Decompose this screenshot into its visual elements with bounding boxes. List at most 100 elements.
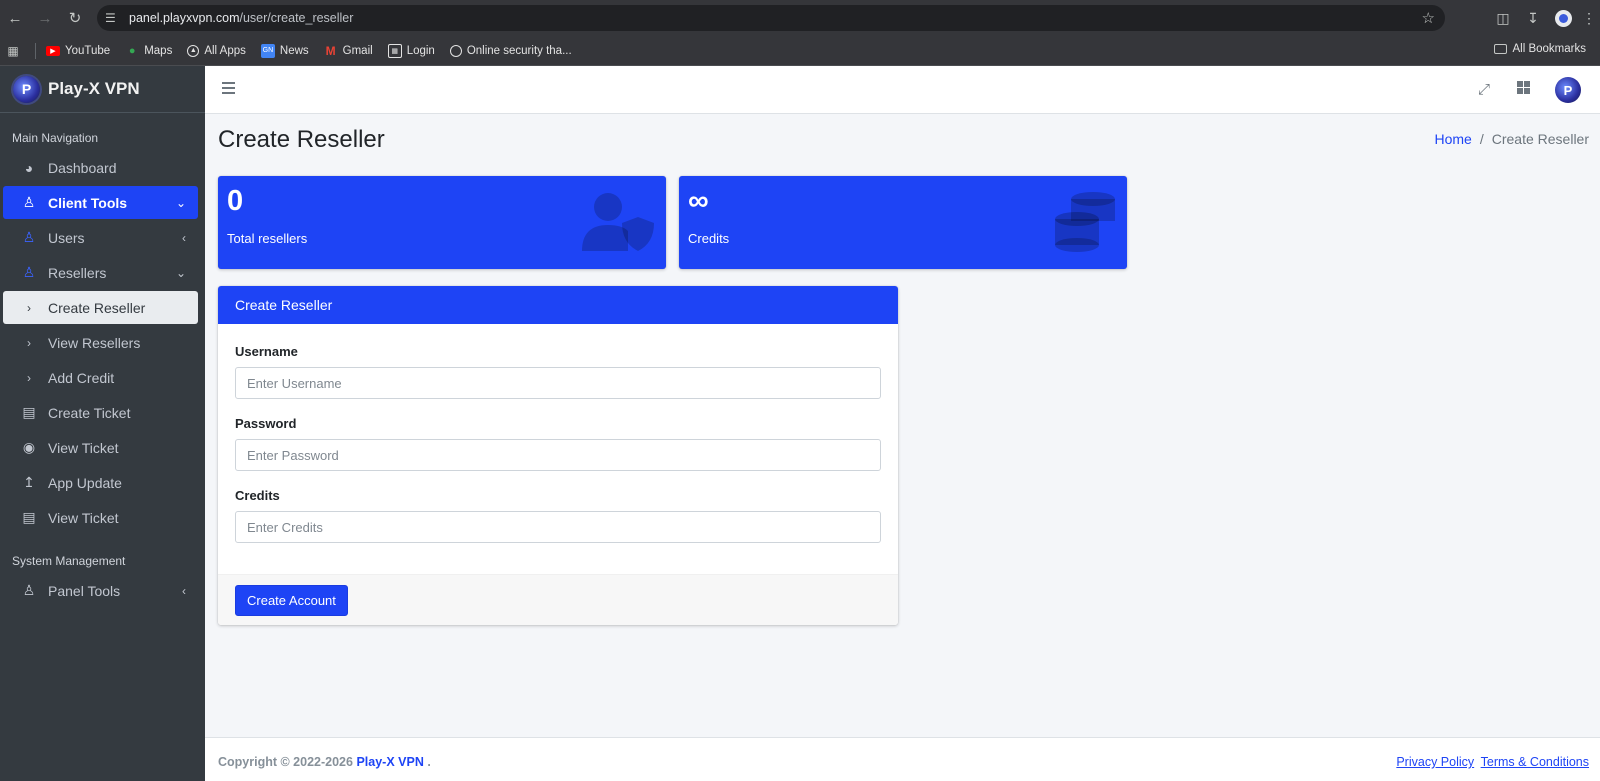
bookmark-star-icon[interactable]: ☆ bbox=[1422, 9, 1435, 27]
nav-header-system: System Management bbox=[12, 554, 126, 568]
pie-chart-icon: ◕ bbox=[24, 159, 34, 176]
card-title: Create Reseller bbox=[218, 286, 898, 324]
ticket-icon: ▤ bbox=[22, 509, 36, 525]
brand-link[interactable]: P Play-X VPN bbox=[0, 66, 205, 113]
chevron-right-icon: › bbox=[27, 335, 31, 350]
credits-input[interactable] bbox=[235, 511, 881, 543]
sidebar-item-label: Client Tools bbox=[48, 194, 128, 211]
google-news-icon: GN bbox=[260, 43, 275, 58]
copyright: Copyright © 2022-2026 Play-X VPN . bbox=[218, 755, 431, 769]
youtube-icon: ▶ bbox=[46, 45, 60, 56]
bookmark-all-apps[interactable]: ▲ All Apps bbox=[187, 44, 246, 57]
privacy-policy-link[interactable]: Privacy Policy bbox=[1396, 755, 1474, 769]
stat-label: Credits bbox=[688, 231, 730, 246]
stat-value: ∞ bbox=[688, 185, 709, 217]
menu-toggle-icon[interactable] bbox=[222, 82, 235, 94]
bookmark-online-security[interactable]: Online security tha... bbox=[449, 44, 572, 57]
sidebar-item-label: Dashboard bbox=[48, 159, 117, 176]
bookmark-login[interactable]: ▦ Login bbox=[387, 43, 435, 58]
browser-toolbar: ← → ↻ ☰ panel.playxvpn.com/user/create_r… bbox=[0, 0, 1600, 36]
user-avatar[interactable]: P bbox=[1555, 77, 1581, 103]
sidebar-item-create-ticket[interactable]: ▤ Create Ticket bbox=[3, 396, 198, 429]
create-account-button[interactable]: Create Account bbox=[235, 585, 348, 616]
chevron-down-icon: ⌄ bbox=[175, 265, 186, 280]
footer-links: Privacy Policy Terms & Conditions bbox=[1393, 755, 1589, 769]
sidebar-item-view-ticket-2[interactable]: ▤ View Ticket bbox=[3, 501, 198, 534]
upload-icon: ↥ bbox=[23, 474, 35, 490]
credits-label: Credits bbox=[235, 488, 280, 503]
reload-icon[interactable]: ↻ bbox=[60, 3, 90, 33]
username-input[interactable] bbox=[235, 367, 881, 399]
card-footer: Create Account bbox=[218, 574, 898, 625]
url-text: panel.playxvpn.com/user/create_reseller bbox=[129, 11, 354, 25]
user-icon: ♙ bbox=[22, 194, 36, 210]
extensions-icon[interactable]: ◫ bbox=[1488, 4, 1518, 32]
bookmark-maps[interactable]: ● Maps bbox=[125, 44, 172, 58]
brand-name: Play-X VPN bbox=[48, 79, 140, 98]
sidebar-item-label: Panel Tools bbox=[48, 582, 121, 599]
fullscreen-icon[interactable]: ⤢ bbox=[1478, 81, 1490, 98]
apps-icon: ▲ bbox=[187, 44, 200, 57]
chevron-left-icon: ‹ bbox=[182, 230, 186, 245]
breadcrumb-current: Create Reseller bbox=[1491, 131, 1589, 147]
sidebar-item-app-update[interactable]: ↥ App Update bbox=[3, 466, 198, 499]
user-icon: ♙ bbox=[22, 582, 36, 598]
sidebar-item-dashboard[interactable]: ◕ Dashboard bbox=[3, 151, 198, 184]
user-outline-icon: ♙ bbox=[22, 264, 36, 280]
site-settings-icon[interactable]: ☰ bbox=[105, 11, 123, 25]
sidebar-item-label: View Resellers bbox=[48, 334, 141, 351]
sidebar-item-label: Create Ticket bbox=[48, 404, 131, 421]
sidebar-item-add-credit[interactable]: › Add Credit bbox=[3, 361, 198, 394]
bookmark-gmail[interactable]: M Gmail bbox=[324, 44, 373, 58]
chevron-left-icon: ‹ bbox=[182, 583, 186, 598]
all-bookmarks[interactable]: All Bookmarks bbox=[1493, 43, 1586, 55]
sidebar-item-users[interactable]: ♙ Users ‹ bbox=[3, 221, 198, 254]
page-footer: Copyright © 2022-2026 Play-X VPN . Priva… bbox=[205, 737, 1600, 781]
back-icon[interactable]: ← bbox=[0, 3, 30, 33]
bookmark-youtube[interactable]: ▶ YouTube bbox=[46, 45, 110, 57]
download-icon[interactable]: ↧ bbox=[1518, 4, 1548, 32]
sidebar-item-resellers[interactable]: ♙ Resellers ⌄ bbox=[3, 256, 198, 289]
user-shield-icon bbox=[580, 191, 656, 256]
brand-logo: P bbox=[13, 75, 40, 103]
stat-box-total-resellers: 0 Total resellers bbox=[218, 176, 666, 269]
ticket-icon: ▤ bbox=[22, 404, 36, 420]
user-outline-icon: ♙ bbox=[22, 229, 36, 245]
bookmark-news[interactable]: GN News bbox=[260, 43, 309, 58]
top-navbar: ⤢ P bbox=[205, 66, 1600, 114]
terms-link[interactable]: Terms & Conditions bbox=[1481, 755, 1589, 769]
chevron-right-icon: › bbox=[27, 300, 31, 315]
chevron-down-icon: ⌄ bbox=[175, 195, 186, 210]
forward-icon[interactable]: → bbox=[30, 3, 60, 33]
sidebar-item-view-resellers[interactable]: › View Resellers bbox=[3, 326, 198, 359]
credits-group: Credits bbox=[235, 488, 881, 543]
page-title: Create Reseller bbox=[218, 126, 385, 153]
sidebar-item-client-tools[interactable]: ♙ Client Tools ⌄ bbox=[3, 186, 198, 219]
grid-menu-icon[interactable] bbox=[1517, 81, 1530, 94]
address-bar[interactable]: ☰ panel.playxvpn.com/user/create_reselle… bbox=[97, 5, 1445, 31]
coins-icon bbox=[1053, 191, 1117, 256]
eye-icon: ◉ bbox=[22, 439, 36, 455]
login-grid-icon: ▦ bbox=[387, 43, 402, 58]
sidebar-item-label: View Ticket bbox=[48, 509, 119, 526]
sidebar: P Play-X VPN Main Navigation ◕ Dashboard… bbox=[0, 66, 205, 781]
stat-value: 0 bbox=[227, 185, 244, 217]
stat-box-credits: ∞ Credits bbox=[679, 176, 1127, 269]
password-input[interactable] bbox=[235, 439, 881, 471]
password-group: Password bbox=[235, 416, 881, 471]
nav-header-main: Main Navigation bbox=[12, 131, 99, 145]
sidebar-item-label: Add Credit bbox=[48, 369, 115, 386]
profile-avatar[interactable] bbox=[1548, 4, 1578, 32]
sidebar-item-panel-tools[interactable]: ♙ Panel Tools ‹ bbox=[3, 574, 198, 607]
breadcrumb: Home / Create Reseller bbox=[1434, 131, 1589, 147]
sidebar-item-label: Create Reseller bbox=[48, 299, 146, 316]
breadcrumb-home-link[interactable]: Home bbox=[1434, 131, 1471, 147]
bookmarks-bar: ▦ ▶ YouTube ● Maps ▲ All Apps GN News M Gmail… bbox=[0, 36, 1600, 66]
menu-kebab-icon[interactable]: ⋮ bbox=[1578, 4, 1600, 32]
stat-label: Total resellers bbox=[227, 231, 308, 246]
sidebar-item-create-reseller[interactable]: › Create Reseller bbox=[3, 291, 198, 324]
apps-grid-icon[interactable]: ▦ bbox=[6, 44, 25, 58]
sidebar-item-view-ticket[interactable]: ◉ View Ticket bbox=[3, 431, 198, 464]
footer-brand-link[interactable]: Play-X VPN bbox=[356, 755, 423, 769]
maps-pin-icon: ● bbox=[128, 44, 136, 57]
